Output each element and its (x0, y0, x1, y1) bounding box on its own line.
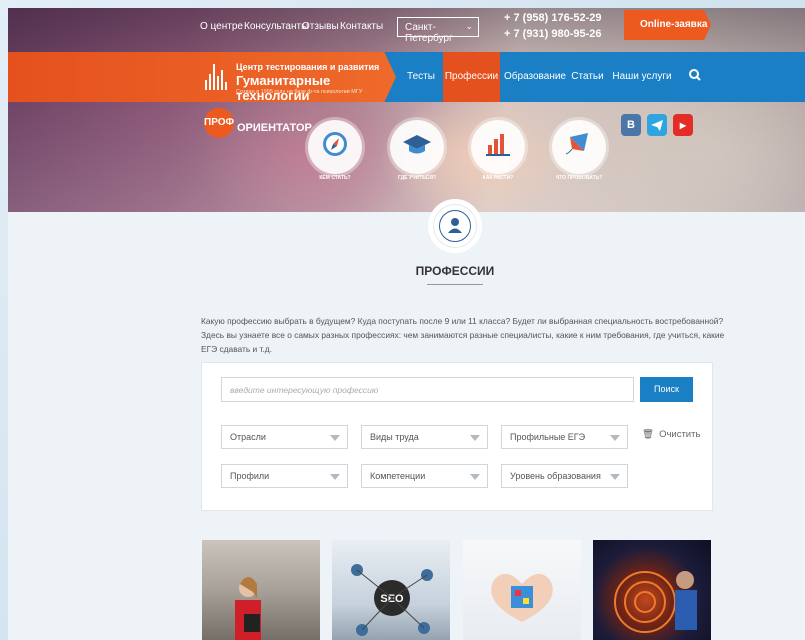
nav-services[interactable]: Наши услуги (612, 52, 672, 102)
select-exams[interactable]: Профильные ЕГЭ (501, 425, 628, 449)
person-icon (448, 218, 462, 233)
dropdown-arrow-icon (470, 474, 480, 480)
dropdown-arrow-icon (330, 435, 340, 441)
link-about[interactable]: О центре (200, 21, 243, 32)
profession-card-image[interactable] (202, 540, 320, 640)
select-education-level[interactable]: Уровень образования (501, 464, 628, 488)
site-logo[interactable]: Центр тестирования и развития Гуманитарн… (8, 52, 396, 102)
logo-line-3: Создан в 1995 году на базе ф-та психолог… (236, 89, 363, 95)
youtube-icon[interactable]: ▶ (673, 114, 693, 136)
profession-card-image[interactable] (593, 540, 711, 640)
profession-card-image[interactable] (463, 540, 581, 640)
online-request-button[interactable]: Online-заявка (624, 10, 711, 40)
filter-card: Поиск Отрасли Виды труда Профильные ЕГЭ … (201, 362, 713, 511)
trash-icon: 🗑 (642, 429, 655, 440)
nav-tests[interactable]: Тесты (401, 52, 441, 102)
search-icon[interactable] (684, 52, 706, 102)
proforientator-title: ОРИЕНТАТОР (237, 122, 312, 134)
search-button[interactable]: Поиск (640, 377, 693, 402)
link-reviews[interactable]: Отзывы (302, 21, 339, 32)
link-contacts[interactable]: Контакты (340, 21, 383, 32)
logo-line-2: Гуманитарные технологии (236, 73, 331, 103)
nav-education[interactable]: Образование (504, 52, 566, 102)
dropdown-arrow-icon (330, 474, 340, 480)
nav-professions[interactable]: Профессии (443, 52, 500, 102)
profession-search-input[interactable] (221, 377, 634, 402)
main-nav: Центр тестирования и развития Гуманитарн… (8, 52, 805, 102)
bar-chart-icon (486, 134, 510, 156)
where-to-study-label: ГДЕ УЧИТЬСЯ? (398, 175, 436, 181)
telegram-icon[interactable] (647, 114, 667, 136)
graduation-cap-icon (403, 135, 431, 154)
who-to-become-label: КЕМ СТАТЬ? (319, 175, 351, 181)
how-to-grow-circle[interactable]: КАК РАСТИ? (471, 120, 525, 181)
city-selector[interactable]: Санкт-Петербург ⌄ (397, 17, 479, 44)
dropdown-arrow-icon (610, 435, 620, 441)
select-industries[interactable]: Отрасли (221, 425, 348, 449)
clear-filters-button[interactable]: 🗑 Очистить (642, 429, 700, 440)
link-consultants[interactable]: Консультанты (244, 21, 308, 32)
select-profiles[interactable]: Профили (221, 464, 348, 488)
profession-card-image[interactable]: SEO (332, 540, 450, 640)
compass-icon (323, 132, 347, 156)
how-to-grow-label: КАК РАСТИ? (482, 175, 514, 181)
city-label: Санкт-Петербург (405, 22, 453, 44)
what-to-try-circle[interactable]: ЧТО ПРОБОВАТЬ? (552, 120, 606, 181)
kite-icon (565, 133, 588, 155)
dropdown-arrow-icon (470, 435, 480, 441)
what-to-try-label: ЧТО ПРОБОВАТЬ? (555, 175, 603, 181)
section-title: ПРОФЕССИИ (415, 264, 495, 278)
proforientator-logo[interactable]: ПРОФ (204, 108, 234, 138)
vk-icon[interactable]: В (621, 114, 641, 136)
select-work-types[interactable]: Виды труда (361, 425, 488, 449)
phone-1[interactable]: + 7 (958) 176-52-29 (504, 12, 602, 24)
title-underline (427, 284, 483, 285)
svg-text:SEO: SEO (380, 593, 404, 605)
dropdown-arrow-icon (610, 474, 620, 480)
page: О центре Консультанты Отзывы Контакты Са… (8, 8, 805, 640)
section-intro: Какую профессию выбрать в будущем? Куда … (201, 316, 725, 354)
phone-2[interactable]: + 7 (931) 980-95-26 (504, 28, 602, 40)
where-to-study-circle[interactable]: ГДЕ УЧИТЬСЯ? (390, 120, 444, 181)
logo-bars-icon (205, 64, 227, 90)
chevron-down-icon: ⌄ (465, 21, 473, 31)
professions-icon-circle (433, 204, 477, 248)
nav-articles[interactable]: Статьи (569, 52, 606, 102)
who-to-become-circle[interactable]: КЕМ СТАТЬ? (308, 120, 362, 181)
select-competencies[interactable]: Компетенции (361, 464, 488, 488)
logo-line-1: Центр тестирования и развития (236, 62, 380, 72)
top-bar: О центре Консультанты Отзывы Контакты Са… (8, 8, 805, 50)
